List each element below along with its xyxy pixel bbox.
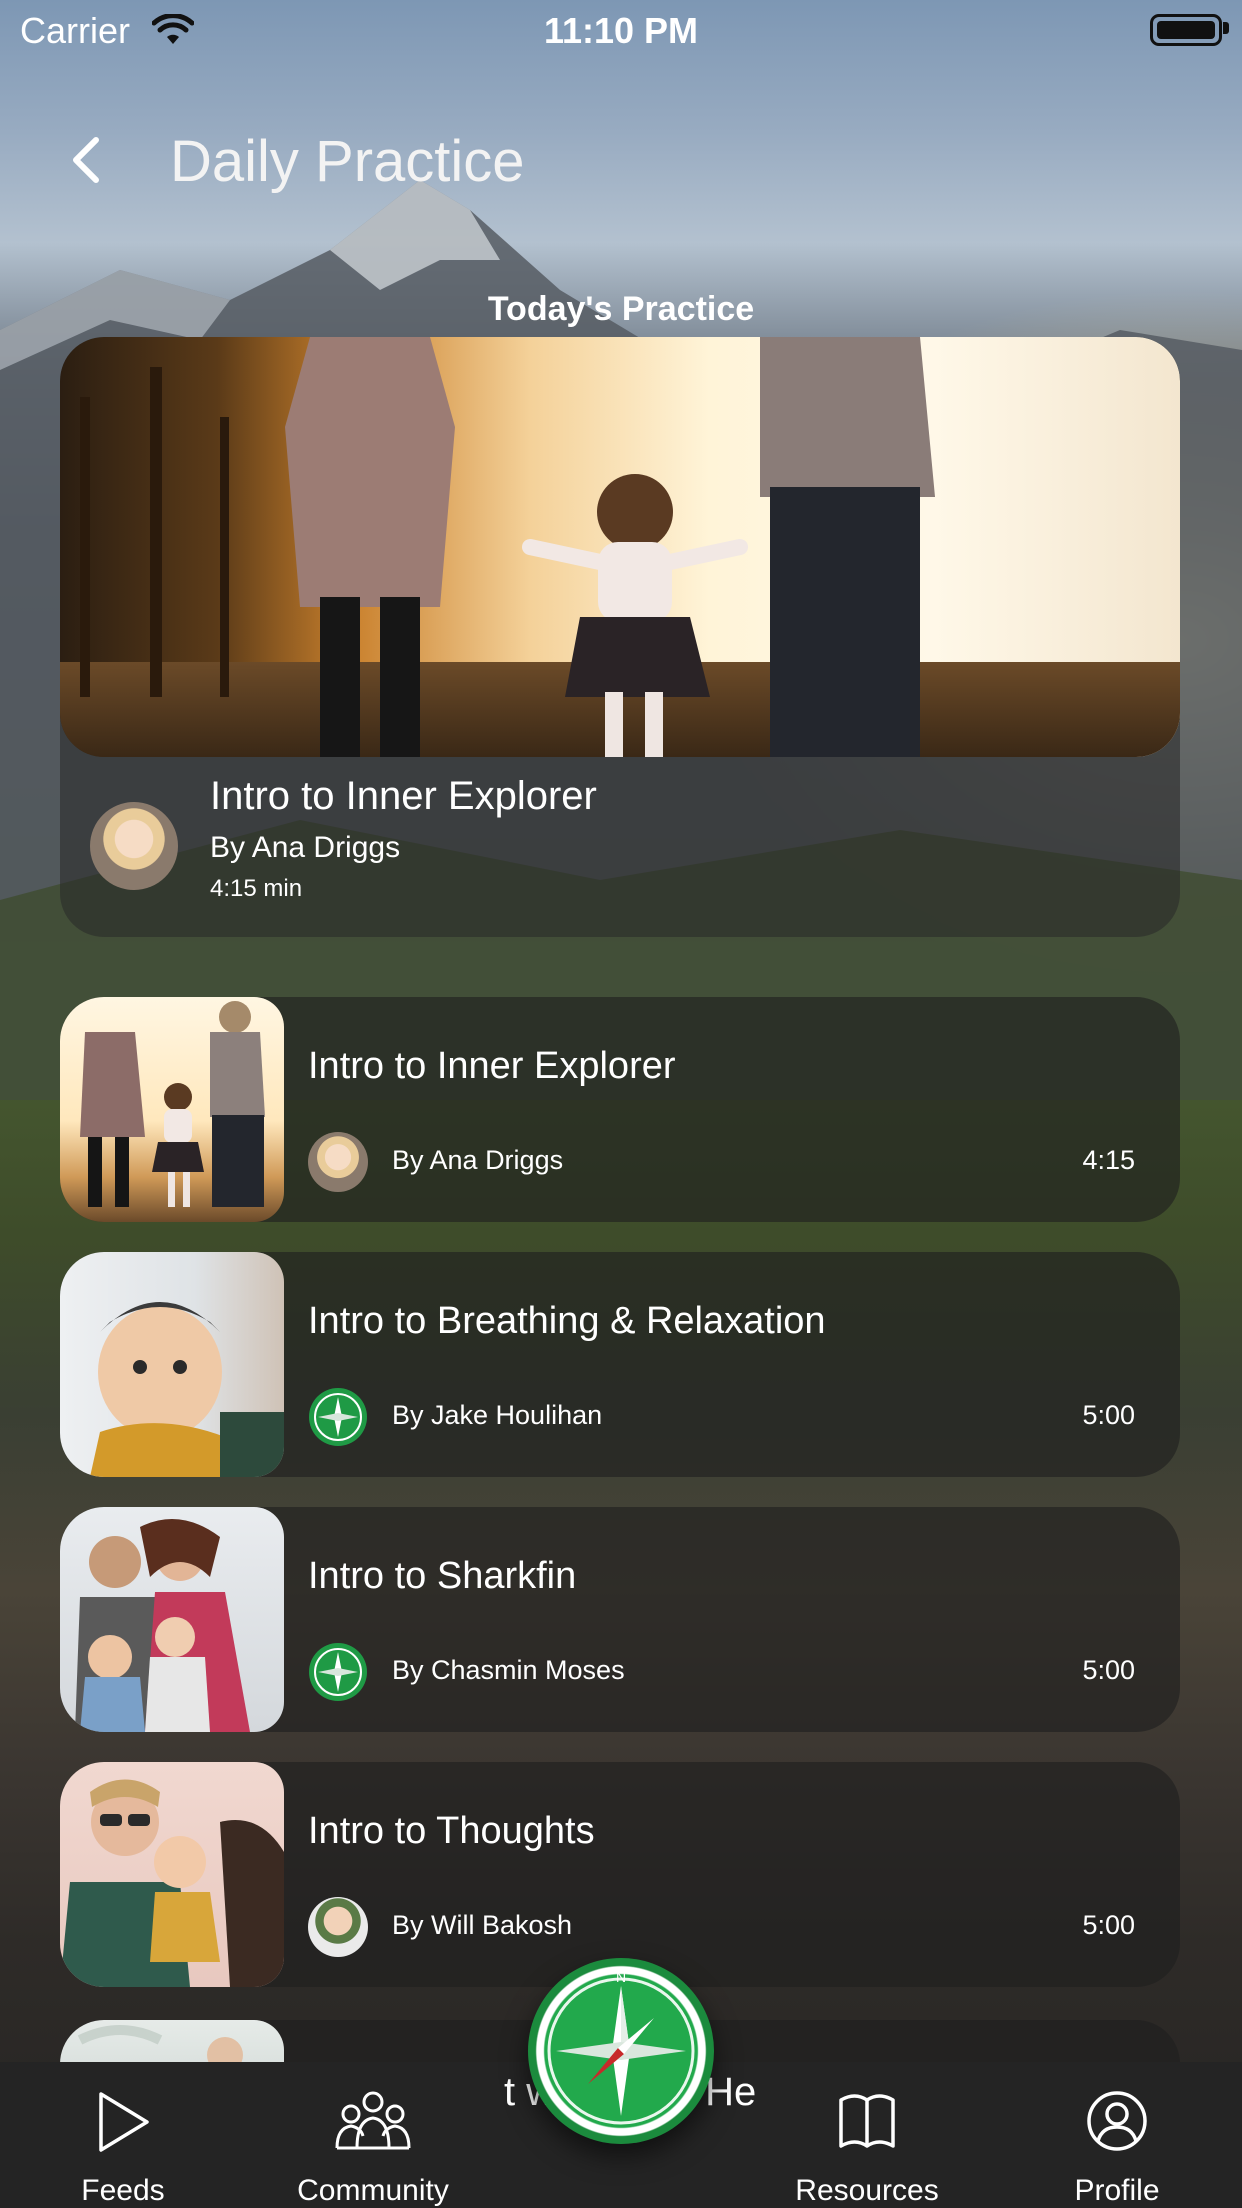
battery-icon xyxy=(1150,14,1222,46)
tab-profile-label: Profile xyxy=(1074,2174,1160,2207)
profile-icon xyxy=(1087,2091,1147,2151)
practice-author: By Chasmin Moses xyxy=(392,1655,625,1685)
compass-icon: N xyxy=(547,1969,695,2125)
practice-duration: 4:15 xyxy=(1082,1145,1135,1175)
back-chevron-icon[interactable] xyxy=(58,130,118,190)
author-avatar xyxy=(90,802,178,890)
practice-title: Intro to Inner Explorer xyxy=(308,1045,676,1087)
family-silhouette xyxy=(80,337,935,757)
tab-feeds[interactable]: Feeds xyxy=(13,2062,233,2208)
book-icon xyxy=(839,2094,895,2148)
svg-text:N: N xyxy=(616,1969,626,1985)
compass-icon xyxy=(309,1388,367,1446)
author-avatar xyxy=(308,1132,368,1192)
compass-icon xyxy=(309,1643,367,1701)
tab-feeds-label: Feeds xyxy=(81,2174,165,2207)
practice-title: Intro to Sharkfin xyxy=(308,1555,577,1597)
compass-center-button[interactable]: N xyxy=(528,1958,714,2144)
practice-thumbnail xyxy=(60,997,284,1222)
practice-author: By Ana Driggs xyxy=(392,1145,564,1175)
practice-title: Intro to Thoughts xyxy=(308,1810,595,1852)
featured-title: Intro to Inner Explorer xyxy=(210,774,597,818)
status-bar: Carrier 11:10 PM xyxy=(0,0,1242,62)
section-title: Today's Practice xyxy=(487,290,755,328)
practice-author: By Jake Houlihan xyxy=(392,1400,603,1430)
practice-row[interactable]: Intro to Sharkfin By Chasmin Moses 5:00 xyxy=(60,1507,1180,1732)
practice-duration: 5:00 xyxy=(1082,1400,1135,1430)
practice-row[interactable]: Intro to Breathing & Relaxation By Jake … xyxy=(60,1252,1180,1477)
play-icon xyxy=(99,2092,149,2152)
tab-community-label: Community xyxy=(297,2174,449,2207)
tab-resources-label: Resources xyxy=(795,2174,939,2207)
tab-profile[interactable]: Profile xyxy=(1007,2062,1227,2208)
featured-image xyxy=(60,337,1180,757)
featured-author: By Ana Driggs xyxy=(210,831,401,864)
practice-thumbnail xyxy=(60,1252,284,1477)
tab-resources[interactable]: Resources xyxy=(757,2062,977,2208)
status-time: 11:10 PM xyxy=(543,10,699,51)
practice-row[interactable]: Intro to Inner Explorer By Ana Driggs 4:… xyxy=(60,997,1180,1222)
practice-duration: 5:00 xyxy=(1082,1910,1135,1940)
practice-thumbnail xyxy=(60,1762,284,1987)
page-title: Daily Practice xyxy=(170,129,525,194)
practice-thumbnail xyxy=(60,1507,284,1732)
practice-duration: 5:00 xyxy=(1082,1655,1135,1685)
practice-row[interactable]: Intro to Thoughts By Will Bakosh 5:00 xyxy=(60,1762,1180,1987)
tab-community[interactable]: Community xyxy=(263,2062,483,2208)
featured-practice-card[interactable]: Intro to Inner Explorer By Ana Driggs 4:… xyxy=(60,337,1180,937)
practice-author: By Will Bakosh xyxy=(392,1910,573,1940)
community-icon xyxy=(335,2091,411,2150)
battery-tip xyxy=(1223,22,1229,34)
practice-title: Intro to Breathing & Relaxation xyxy=(308,1300,826,1342)
author-avatar xyxy=(308,1897,368,1957)
featured-duration: 4:15 min xyxy=(210,875,303,902)
